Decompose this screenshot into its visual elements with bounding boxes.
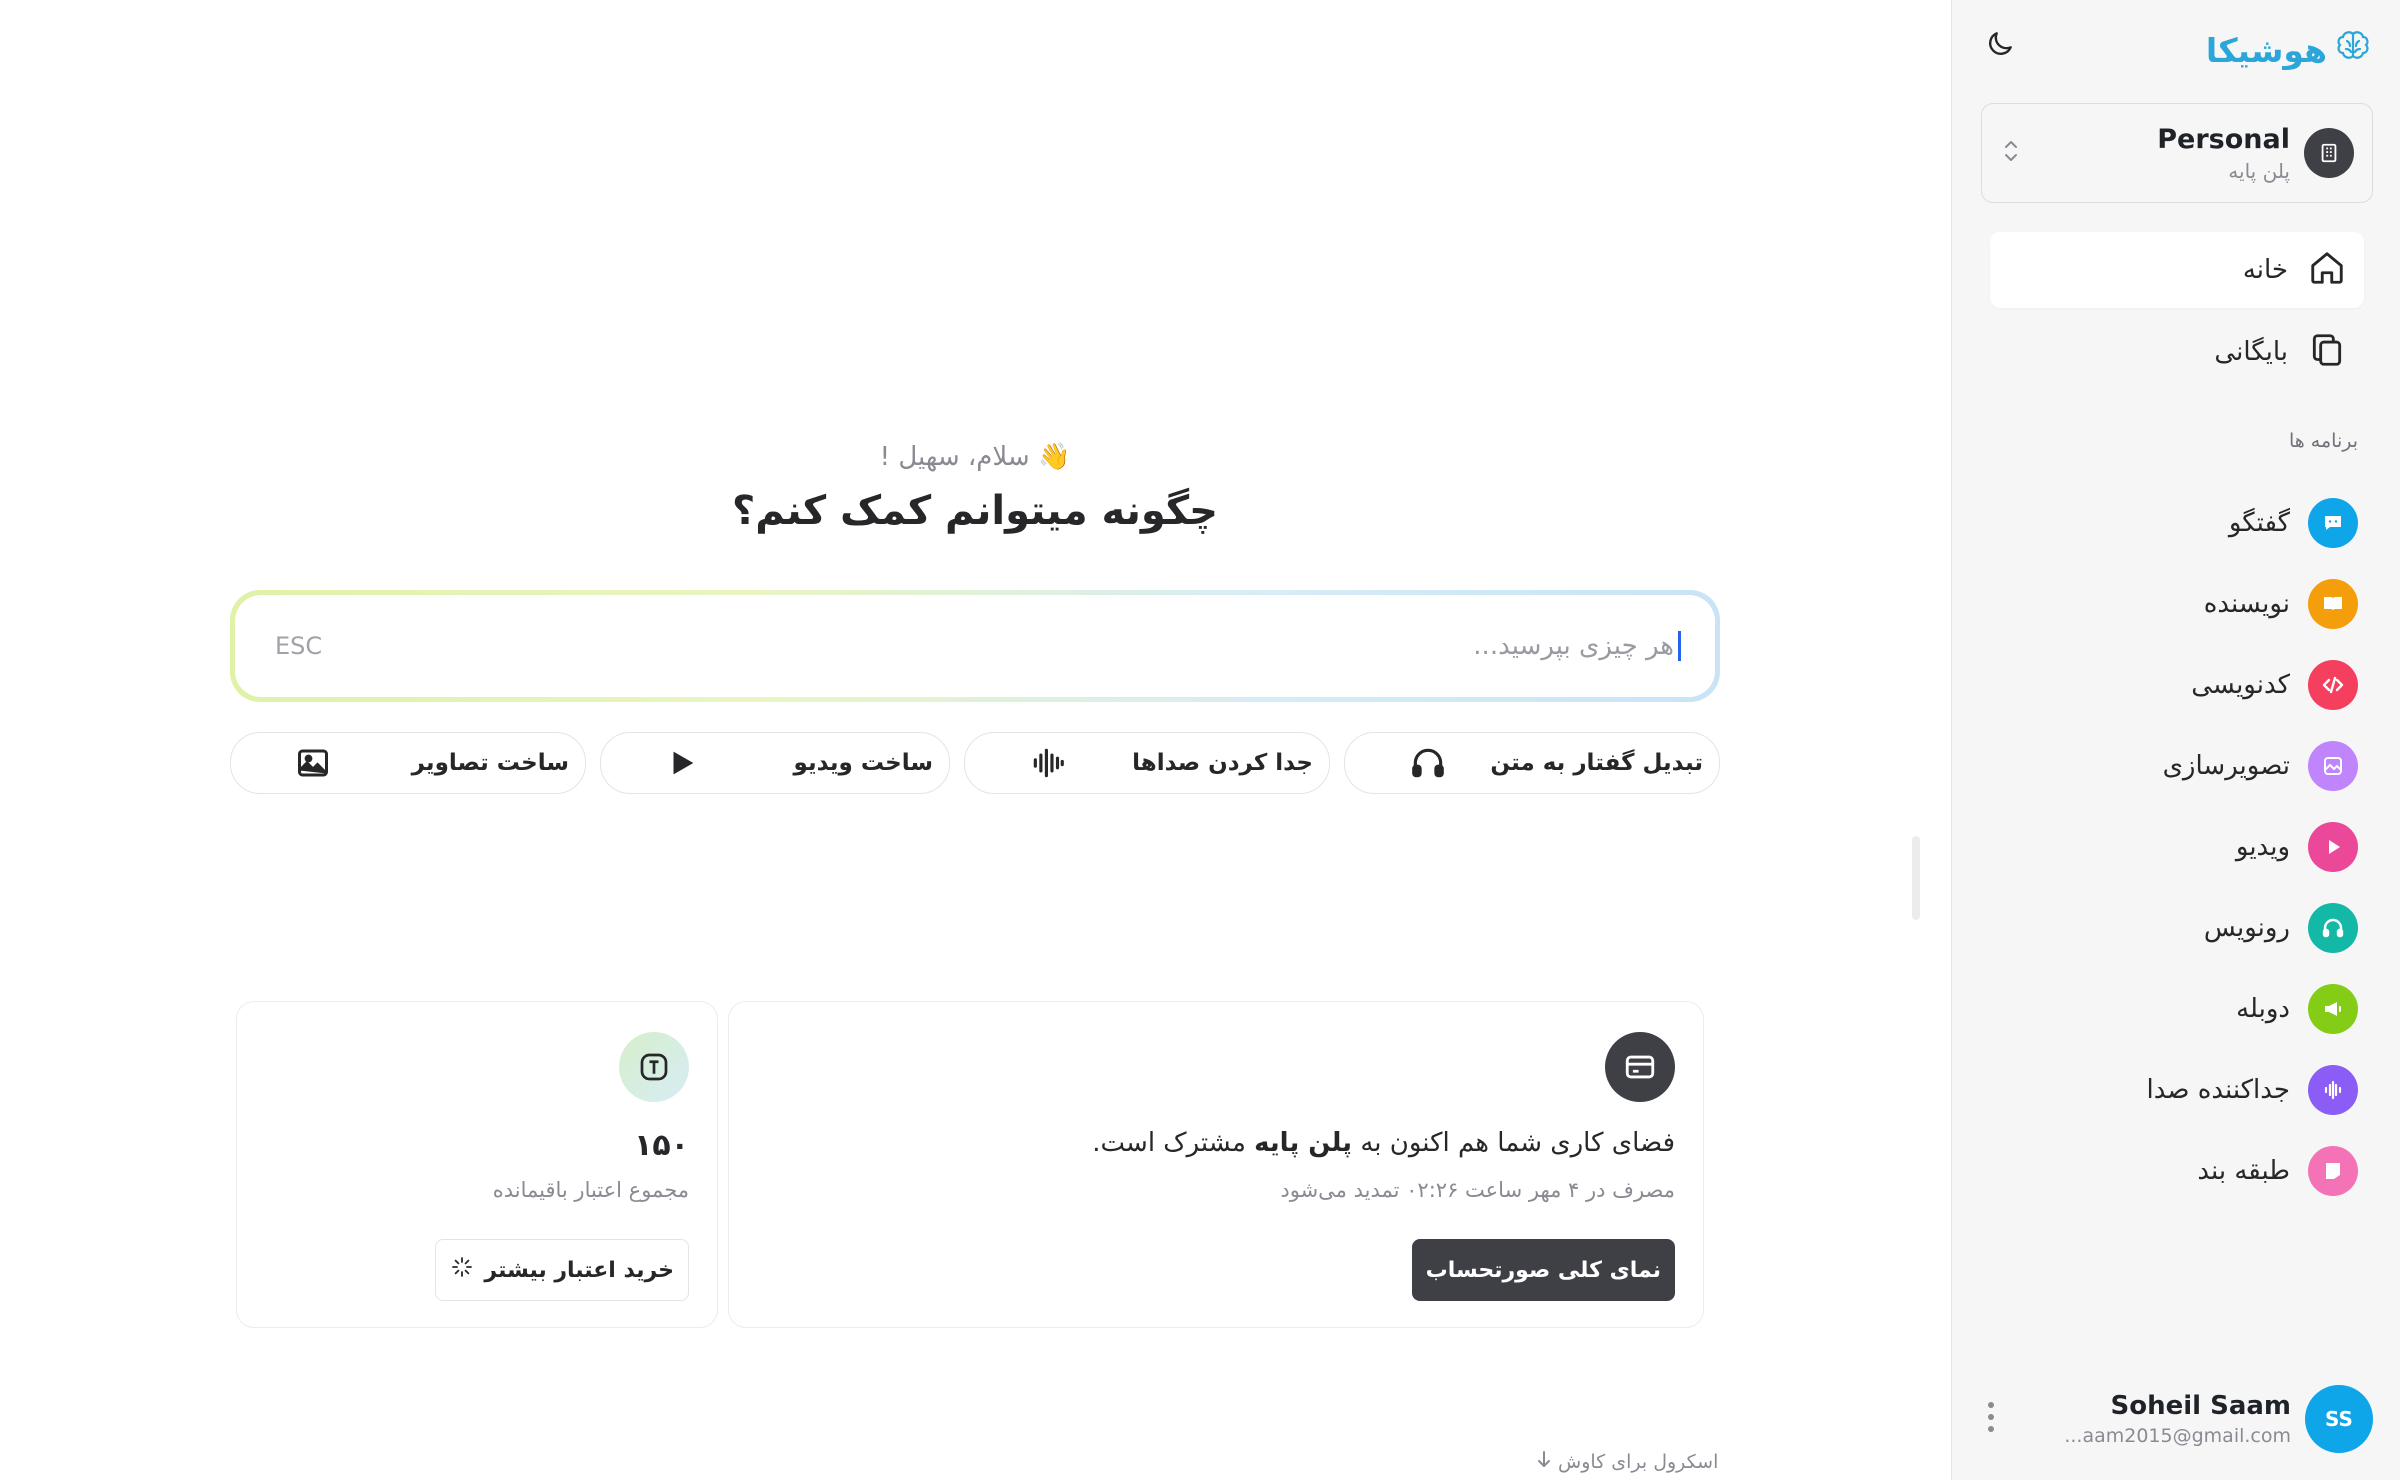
workspace-info: Personal پلن پایه [2157,124,2290,183]
nav-label-archive: بایگانی [2214,337,2288,367]
brand-logo[interactable]: هوشیکا [2206,28,2373,72]
copy-icon [2308,331,2346,373]
chevron-up-down-icon [2000,136,2022,170]
search-box-inner: ESC [235,595,1715,697]
quick-action-label: تبدیل گفتار به متن [1490,750,1703,776]
quick-action-make-video[interactable]: ساخت ویدیو [600,732,950,794]
app-label-voice-separator: جداکننده صدا [2146,1074,2291,1105]
quick-action-label: جدا کردن صداها [1132,750,1313,776]
audio-wave-icon [2308,1064,2358,1115]
token-icon [619,1032,689,1102]
app-label-coding: کدنویسی [2191,669,2290,700]
theme-toggle-button[interactable] [1980,26,2020,66]
app-root: هوشیکا Personal پلن پایه خانه بایگانی بر… [0,0,2400,1480]
nav-label-home: خانه [2242,255,2288,285]
quick-action-speech-to-text[interactable]: تبدیل گفتار به متن [1344,732,1720,794]
brand-name: هوشیکا [2205,30,2327,70]
audio-wave-icon [1029,744,1067,782]
esc-hint: ESC [275,632,323,660]
subscription-text-prefix: فضای کاری شما هم اکنون به [1360,1128,1675,1158]
app-item-voice-separator[interactable]: جداکننده صدا [1998,1049,2358,1130]
more-vertical-icon [1987,1401,1995,1437]
play-icon [665,746,699,780]
greeting: 👋 سلام، سهیل ! [230,442,1720,472]
headphones-icon [1409,744,1447,782]
image-icon [295,745,331,781]
sidebar: هوشیکا Personal پلن پایه خانه بایگانی بر… [1951,0,2400,1480]
quick-actions: تبدیل گفتار به متن جدا کردن صداها ساخت و… [230,732,1720,794]
quick-action-label: ساخت تصاویر [411,750,569,776]
apps-section-title: برنامه ها [2288,430,2358,452]
renewal-info: مصرف در ۴ مهر ساعت ۰۲:۲۶ تمدید می‌شود [1280,1178,1675,1202]
scroll-hint-text: اسکرول برای کاوش [1558,1450,1719,1473]
apps-list: گفتگو نویسنده کدنویسی تصویرسازی ویدیو رو… [1998,482,2358,1211]
subscription-card: فضای کاری شما هم اکنون به پلن پایه مشترک… [728,1001,1704,1328]
music-tag-icon [2308,1145,2358,1196]
user-name: Soheil Saam [2110,1391,2291,1421]
search-input[interactable] [342,631,1681,661]
subscription-text: فضای کاری شما هم اکنون به پلن پایه مشترک… [1092,1128,1675,1158]
scroll-hint[interactable]: اسکرول برای کاوش [1536,1450,1718,1473]
nav-item-archive[interactable]: بایگانی [1990,314,2364,390]
search-box: ESC [230,590,1720,702]
avatar[interactable]: SS [2305,1385,2373,1453]
app-item-coding[interactable]: کدنویسی [1998,644,2358,725]
megaphone-icon [2308,983,2358,1034]
image-icon [2308,740,2358,791]
moon-icon [1984,28,2016,64]
app-item-image[interactable]: تصویرسازی [1998,725,2358,806]
chat-icon [2308,497,2358,548]
workspace-plan: پلن پایه [2228,158,2290,183]
user-menu-button[interactable] [1976,1394,2006,1444]
plan-name: پلن پایه [1254,1128,1353,1158]
nav-item-home[interactable]: خانه [1990,232,2364,308]
subscription-text-suffix: مشترک است. [1092,1128,1246,1158]
sparkle-icon [450,1255,474,1285]
app-label-chat: گفتگو [2228,507,2290,538]
workspace-name: Personal [2157,123,2290,155]
user-profile: SS Soheil Saam ...aam2015@gmail.com [1976,1384,2373,1454]
wave-emoji: 👋 [1037,442,1071,472]
brain-icon [2333,28,2373,72]
credit-card: ۱۵۰ مجموع اعتبار باقیمانده خرید اعتبار ب… [236,1001,718,1328]
app-item-transcribe[interactable]: رونویس [1998,887,2358,968]
app-label-classifier: طبقه بند [2197,1155,2290,1186]
code-icon [2308,659,2358,710]
user-info: Soheil Saam ...aam2015@gmail.com [2064,1391,2291,1447]
app-label-transcribe: رونویس [2203,912,2290,943]
app-item-video[interactable]: ویدیو [1998,806,2358,887]
headphones-icon [2308,902,2358,953]
billing-overview-button[interactable]: نمای کلی صورتحساب [1411,1239,1675,1301]
app-label-video: ویدیو [2235,831,2290,862]
app-item-dubbing[interactable]: دوبله [1998,968,2358,1049]
app-item-classifier[interactable]: طبقه بند [1998,1130,2358,1211]
app-label-image: تصویرسازی [2162,750,2290,781]
quick-action-separate-voices[interactable]: جدا کردن صداها [964,732,1330,794]
app-label-dubbing: دوبله [2236,993,2290,1024]
page-title: چگونه میتوانم کمک کنم؟ [731,488,1218,534]
buy-credit-button[interactable]: خرید اعتبار بیشتر [435,1239,689,1301]
workspace-switcher[interactable]: Personal پلن پایه [1981,103,2373,203]
play-icon [2308,821,2358,872]
panel-resize-handle[interactable] [1912,836,1920,920]
building-icon [2304,128,2354,178]
credit-card-icon [1605,1032,1675,1102]
arrow-down-icon [1536,1450,1552,1473]
greeting-text: سلام، سهیل ! [879,442,1030,472]
app-label-writer: نویسنده [2203,588,2290,619]
credit-label: مجموع اعتبار باقیمانده [492,1178,689,1202]
quick-action-label: ساخت ویدیو [793,750,933,776]
app-item-writer[interactable]: نویسنده [1998,563,2358,644]
user-email: ...aam2015@gmail.com [2064,1425,2291,1447]
app-item-chat[interactable]: گفتگو [1998,482,2358,563]
home-icon [2308,249,2346,291]
book-icon [2308,578,2358,629]
credit-value: ۱۵۰ [634,1128,689,1163]
quick-action-make-images[interactable]: ساخت تصاویر [230,732,586,794]
main-nav: خانه بایگانی [1990,232,2364,396]
buy-credit-label: خرید اعتبار بیشتر [484,1257,674,1283]
